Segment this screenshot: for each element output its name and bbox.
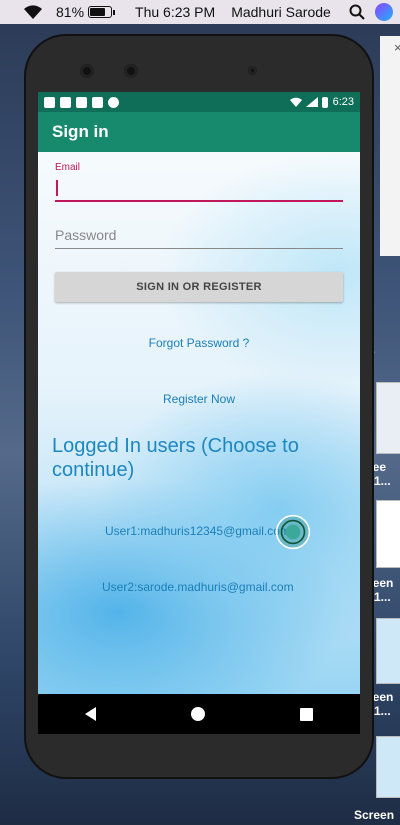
finder-window-edge: × xyxy=(380,36,400,256)
wifi-icon[interactable] xyxy=(22,4,44,20)
touch-indicator-icon xyxy=(275,514,311,550)
sensor-icon xyxy=(248,66,257,75)
play-icon xyxy=(76,96,87,108)
status-time: 6:23 xyxy=(332,96,354,108)
email-field[interactable] xyxy=(55,176,343,202)
signal-icon xyxy=(305,97,318,107)
mac-menu-bar: 81% Thu 6:23 PM Madhuri Sarode xyxy=(0,0,400,24)
app-title: Sign in xyxy=(52,122,109,141)
siri-icon[interactable] xyxy=(374,3,393,21)
sdcard-icon xyxy=(92,96,103,108)
battery-icon[interactable] xyxy=(88,6,113,18)
android-nav-bar xyxy=(38,694,360,734)
battery-icon xyxy=(321,96,328,108)
battery-tip xyxy=(113,9,116,15)
user-1-link[interactable]: User1:madhuris12345@gmail.com xyxy=(105,524,290,538)
battery-percent: 81% xyxy=(56,4,85,20)
text-cursor xyxy=(56,180,58,196)
screenshot-thumbnail[interactable] xyxy=(376,618,400,684)
recent-apps-icon[interactable] xyxy=(299,707,313,721)
user-2-link[interactable]: User2:sarode.madhuris@gmail.com xyxy=(102,580,294,594)
gmail-icon xyxy=(60,96,71,108)
camera-icon xyxy=(124,64,138,78)
home-icon[interactable] xyxy=(190,707,205,721)
menubar-user-name[interactable]: Madhuri Sarode xyxy=(231,4,331,20)
sign-in-button[interactable]: SIGN IN OR REGISTER xyxy=(55,272,343,302)
forgot-password-link[interactable]: Forgot Password ? xyxy=(38,336,360,350)
sign-in-content: Email Password SIGN IN OR REGISTER Forgo… xyxy=(38,152,360,730)
google-icon xyxy=(44,96,55,108)
wifi-icon xyxy=(289,97,302,107)
screenshot-thumbnail[interactable] xyxy=(376,736,400,798)
password-placeholder: Password xyxy=(55,227,117,243)
back-icon[interactable] xyxy=(85,707,97,721)
sign-in-button-label: SIGN IN OR REGISTER xyxy=(136,281,262,293)
logged-in-users-heading: Logged In users (Choose to continue) xyxy=(52,435,299,481)
spotlight-search-icon[interactable] xyxy=(349,4,365,20)
android-status-bar: 6:23 xyxy=(38,92,360,112)
camera-icon xyxy=(80,64,94,78)
menubar-clock[interactable]: Thu 6:23 PM xyxy=(135,4,215,20)
register-now-link[interactable]: Register Now xyxy=(38,392,360,406)
phone-screen: 6:23 Sign in Email Password SIGN IN OR R… xyxy=(38,92,360,730)
app-bar: Sign in xyxy=(38,112,360,152)
thumb-label: Screen xyxy=(354,808,395,822)
record-icon xyxy=(108,96,119,108)
screenshot-thumbnail[interactable] xyxy=(376,382,400,454)
android-phone-frame: 6:23 Sign in Email Password SIGN IN OR R… xyxy=(26,36,372,777)
screenshot-thumbnail[interactable] xyxy=(376,500,400,568)
close-icon[interactable]: × xyxy=(394,40,400,55)
email-label: Email xyxy=(55,162,81,173)
